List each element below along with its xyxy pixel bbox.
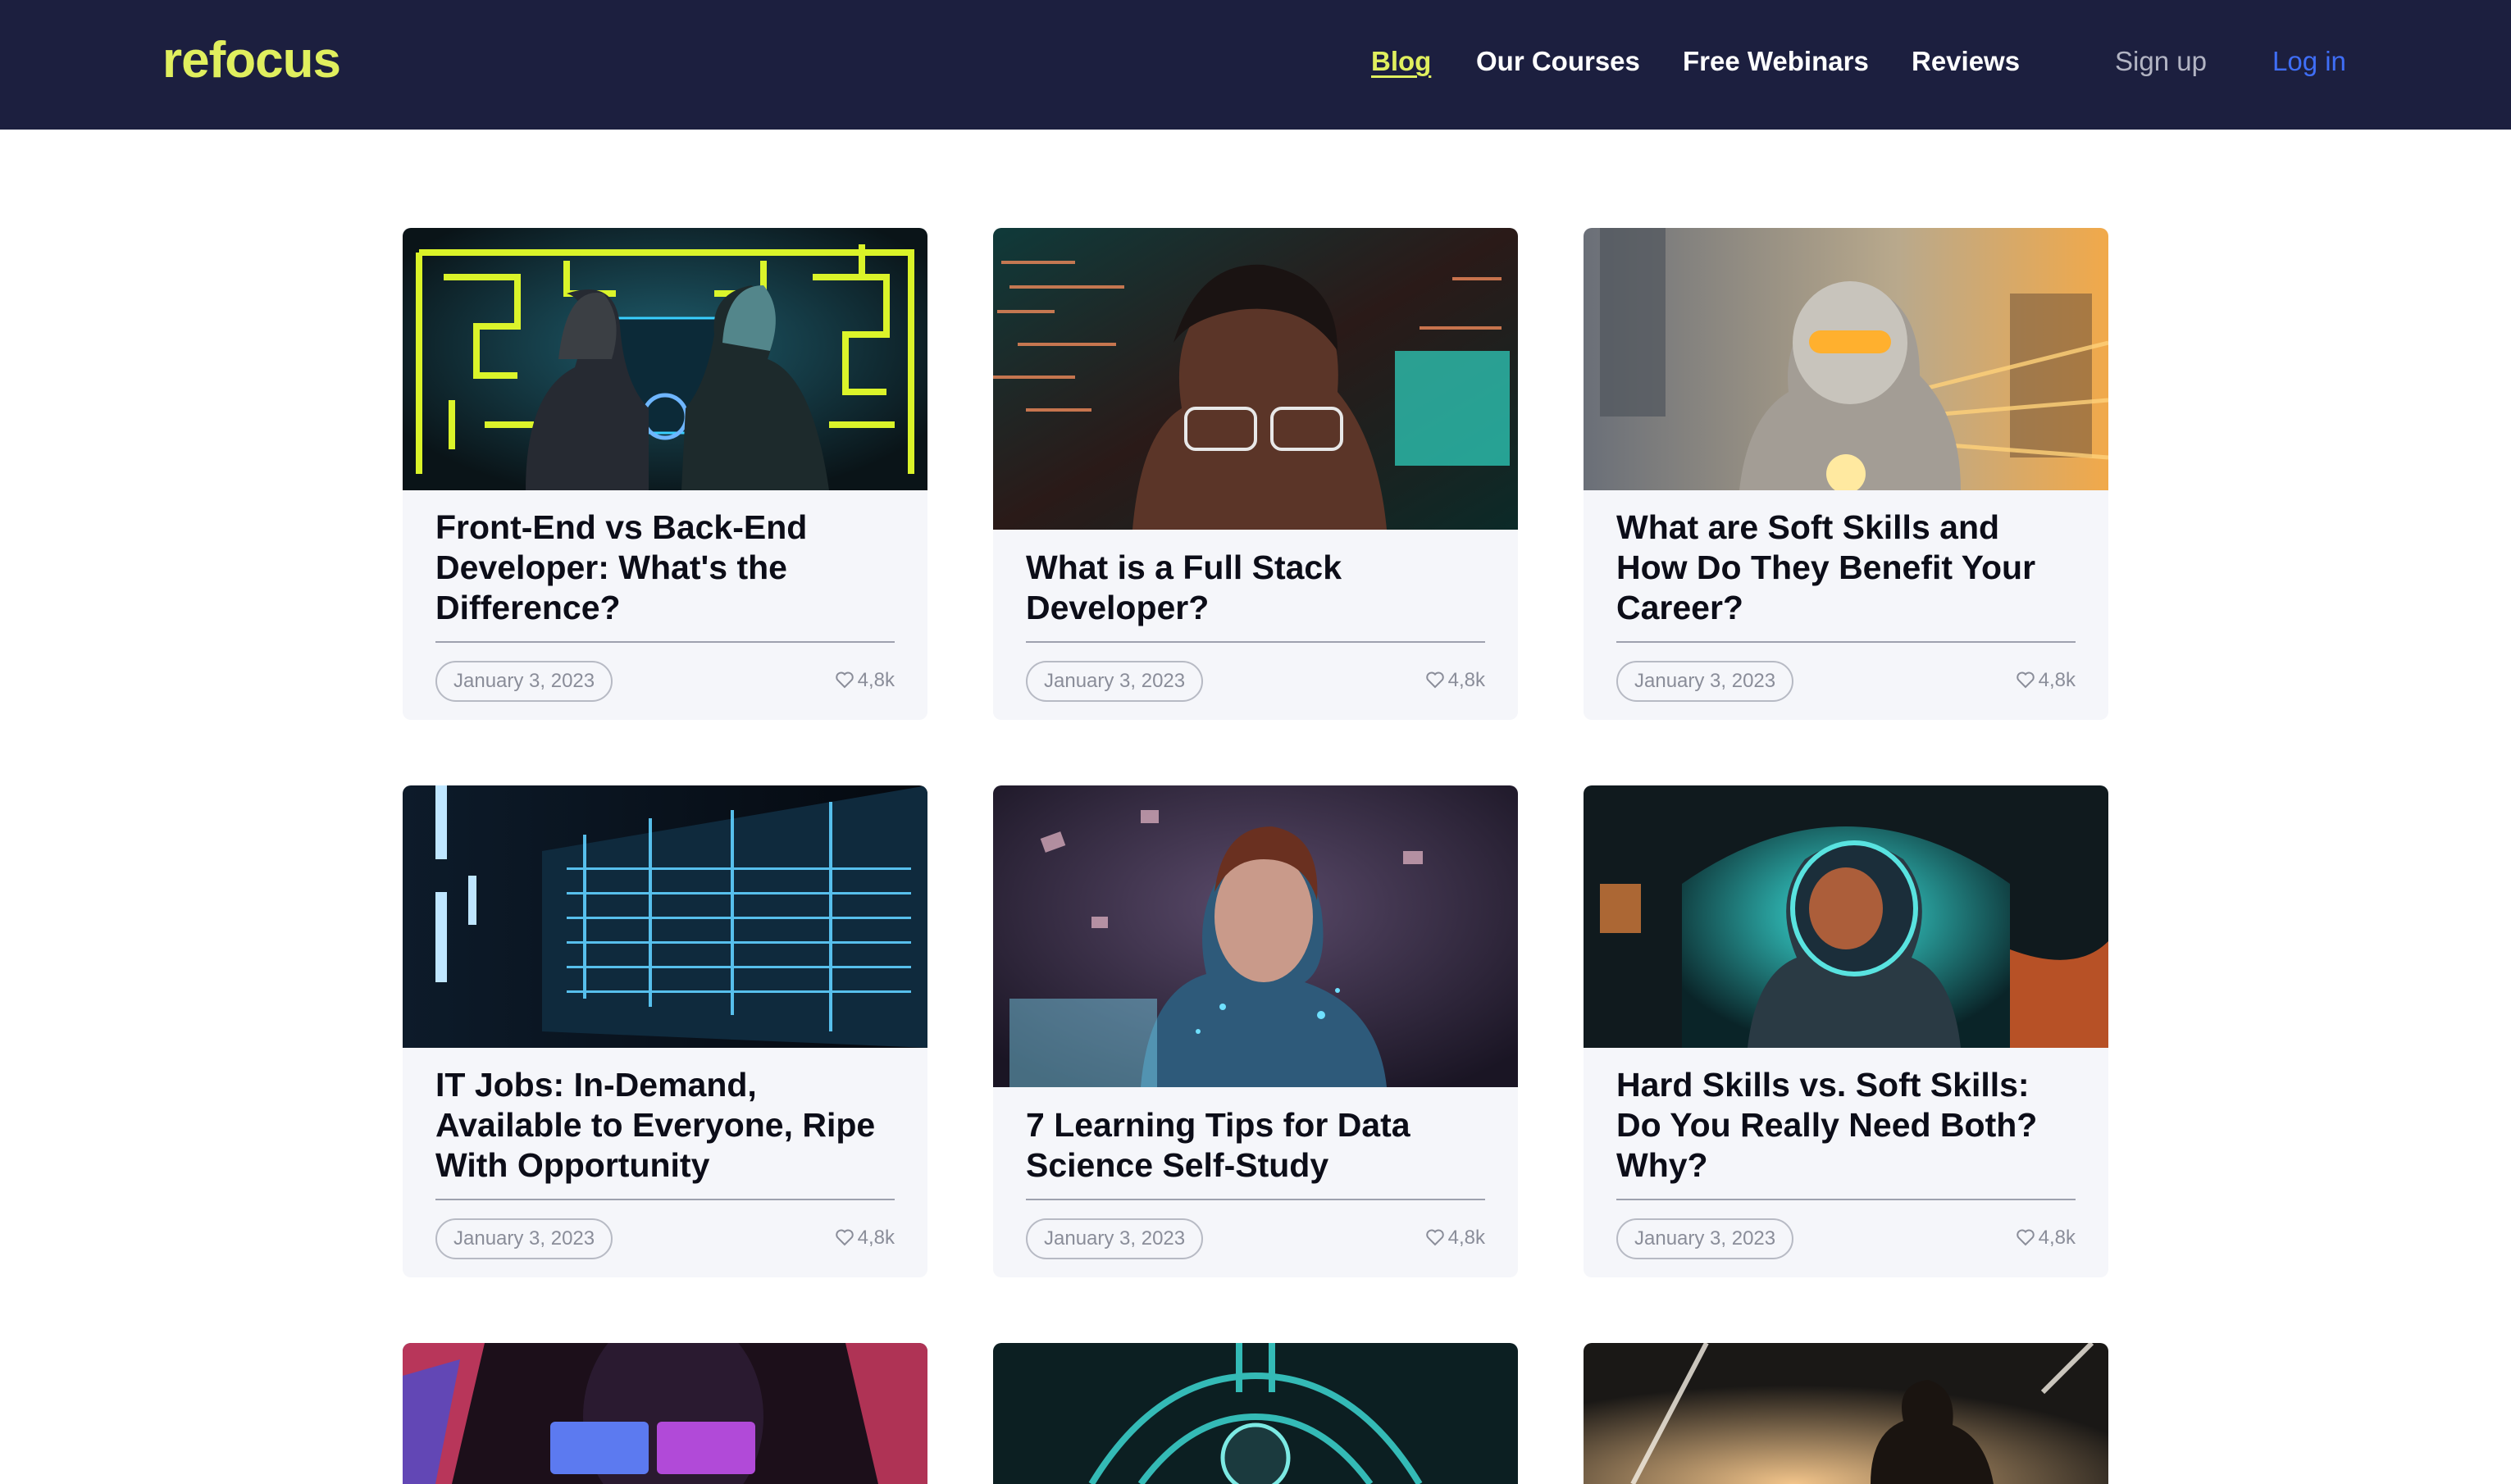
post-meta: January 3, 2023 4,8k: [435, 1218, 895, 1259]
post-body: What is a Full Stack Developer? January …: [1026, 548, 1485, 702]
like-counter[interactable]: 4,8k: [835, 669, 895, 692]
post-meta: January 3, 2023 4,8k: [1616, 661, 2076, 702]
post-date-badge: January 3, 2023: [435, 661, 613, 702]
like-counter[interactable]: 4,8k: [1425, 669, 1485, 692]
like-count: 4,8k: [2038, 669, 2076, 691]
post-body: What are Soft Skills and How Do They Ben…: [1616, 508, 2076, 702]
post-image[interactable]: [403, 785, 927, 1048]
post-meta: January 3, 2023 4,8k: [1026, 1218, 1485, 1259]
post-card[interactable]: What is a Full Stack Developer? January …: [993, 228, 1518, 720]
post-card[interactable]: IT Jobs: In-Demand, Available to Everyon…: [403, 785, 927, 1277]
heart-icon: [835, 1229, 854, 1246]
like-count: 4,8k: [857, 1227, 895, 1249]
post-title[interactable]: IT Jobs: In-Demand, Available to Everyon…: [435, 1065, 895, 1200]
heart-icon: [1425, 1229, 1444, 1246]
post-date-badge: January 3, 2023: [435, 1218, 613, 1259]
post-title[interactable]: What is a Full Stack Developer?: [1026, 548, 1485, 643]
cyborg-woman-laptop-image: [993, 785, 1518, 1087]
post-card[interactable]: 7 Learning Tips for Data Science Self-St…: [993, 785, 1518, 1277]
post-image[interactable]: [1584, 785, 2108, 1048]
post-image[interactable]: [403, 1343, 927, 1484]
blog-post-grid: Front-End vs Back-End Developer: What's …: [0, 0, 2511, 1484]
robot-motorcyclist-image: [1584, 228, 2108, 490]
like-counter[interactable]: 4,8k: [2016, 1227, 2076, 1250]
heart-icon: [2016, 671, 2035, 689]
two-developers-neon-maze-image: [403, 228, 927, 490]
like-counter[interactable]: 4,8k: [1425, 1227, 1485, 1250]
post-image[interactable]: [993, 1343, 1518, 1484]
post-body: Hard Skills vs. Soft Skills: Do You Real…: [1616, 1065, 2076, 1259]
post-meta: January 3, 2023 4,8k: [1026, 661, 1485, 702]
astronaut-neon-portal-image: [1584, 785, 2108, 1048]
vr-headset-neon-image: [403, 1343, 927, 1484]
post-title[interactable]: What are Soft Skills and How Do They Ben…: [1616, 508, 2076, 643]
post-image[interactable]: [1584, 228, 2108, 490]
post-card[interactable]: Front-End vs Back-End Developer: What's …: [403, 228, 927, 720]
post-date-badge: January 3, 2023: [1026, 1218, 1204, 1259]
post-image[interactable]: [1584, 1343, 2108, 1484]
post-title[interactable]: Hard Skills vs. Soft Skills: Do You Real…: [1616, 1065, 2076, 1200]
post-meta: January 3, 2023 4,8k: [1616, 1218, 2076, 1259]
post-title[interactable]: Front-End vs Back-End Developer: What's …: [435, 508, 895, 643]
post-card[interactable]: [403, 1343, 927, 1484]
developer-code-glasses-image: [993, 228, 1518, 530]
post-date-badge: January 3, 2023: [1616, 661, 1794, 702]
post-image[interactable]: [993, 785, 1518, 1087]
like-count: 4,8k: [1447, 669, 1485, 691]
cyber-machine-image: [993, 1343, 1518, 1484]
post-card[interactable]: [993, 1343, 1518, 1484]
heart-icon: [2016, 1229, 2035, 1246]
digital-code-city-image: [403, 785, 927, 1048]
like-count: 4,8k: [2038, 1227, 2076, 1249]
post-body: 7 Learning Tips for Data Science Self-St…: [1026, 1105, 1485, 1259]
like-counter[interactable]: 4,8k: [835, 1227, 895, 1250]
heart-icon: [1425, 671, 1444, 689]
post-body: IT Jobs: In-Demand, Available to Everyon…: [435, 1065, 895, 1259]
post-image[interactable]: [993, 228, 1518, 530]
post-date-badge: January 3, 2023: [1616, 1218, 1794, 1259]
like-count: 4,8k: [857, 669, 895, 691]
post-meta: January 3, 2023 4,8k: [435, 661, 895, 702]
post-body: Front-End vs Back-End Developer: What's …: [435, 508, 895, 702]
post-title[interactable]: 7 Learning Tips for Data Science Self-St…: [1026, 1105, 1485, 1200]
like-count: 4,8k: [1447, 1227, 1485, 1249]
heart-icon: [835, 671, 854, 689]
post-card[interactable]: Hard Skills vs. Soft Skills: Do You Real…: [1584, 785, 2108, 1277]
like-counter[interactable]: 4,8k: [2016, 669, 2076, 692]
post-card[interactable]: [1584, 1343, 2108, 1484]
silhouette-city-light-image: [1584, 1343, 2108, 1484]
post-image[interactable]: [403, 228, 927, 490]
post-date-badge: January 3, 2023: [1026, 661, 1204, 702]
post-card[interactable]: What are Soft Skills and How Do They Ben…: [1584, 228, 2108, 720]
